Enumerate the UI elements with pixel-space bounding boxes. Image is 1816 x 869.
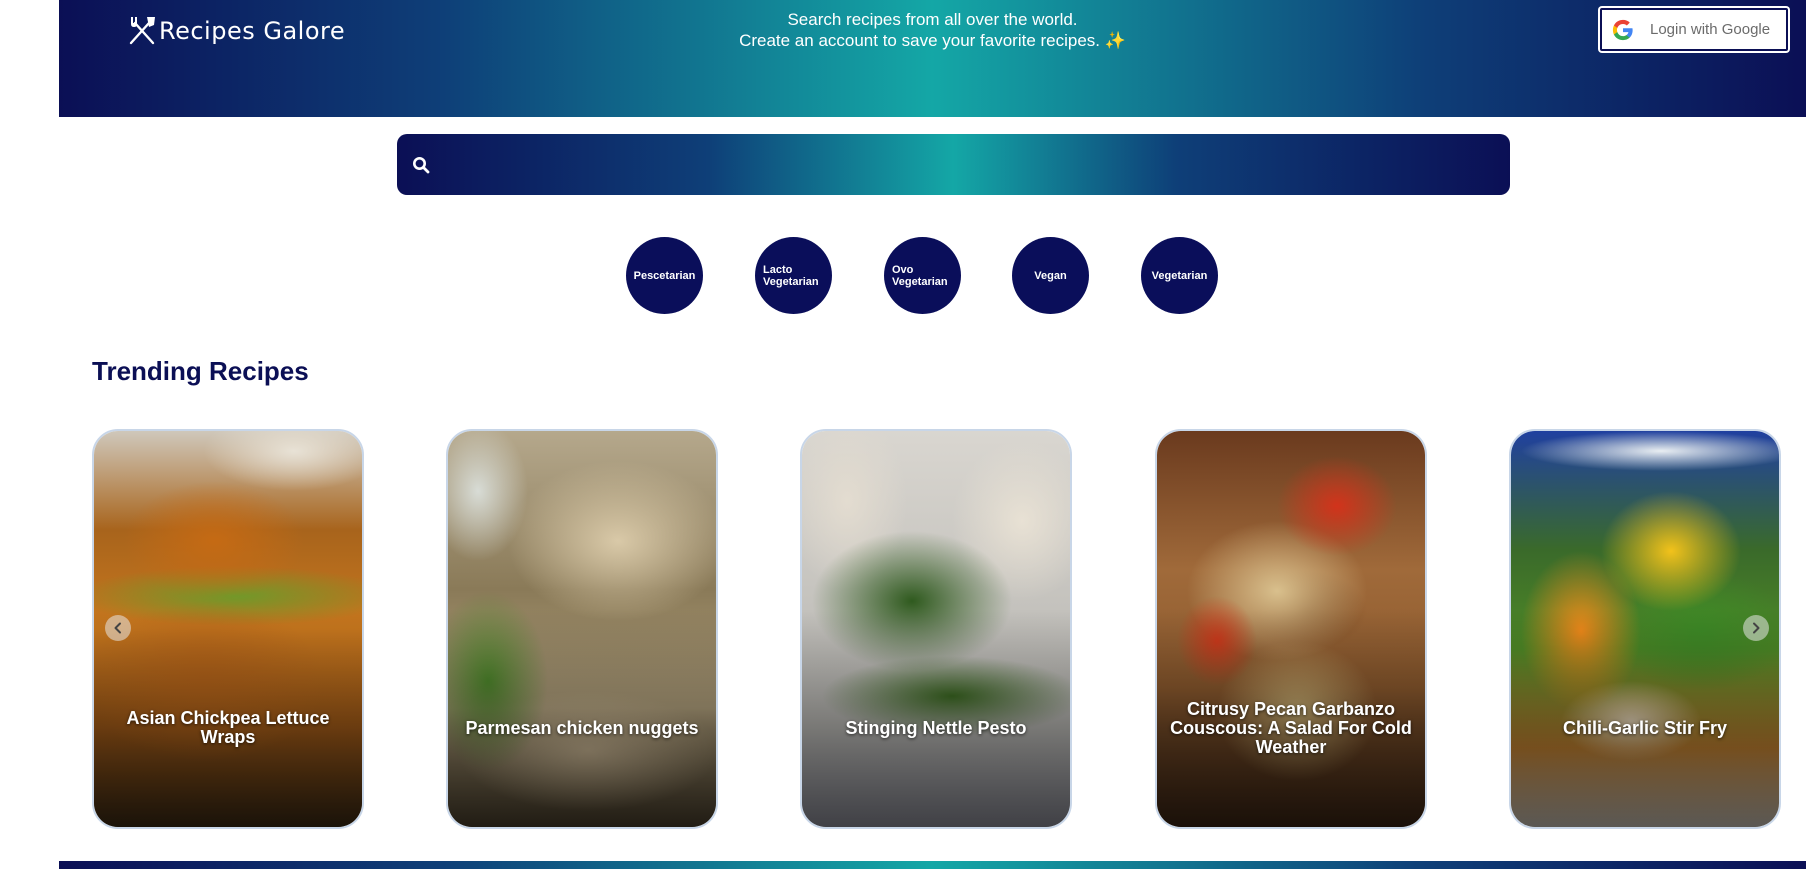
site-header: Recipes Galore Search recipes from all o… [59,0,1806,117]
recipe-card[interactable]: Chili-Garlic Stir Fry [1509,429,1781,829]
trending-recipes-heading: Trending Recipes [92,356,309,386]
recipe-title: Parmesan chicken nuggets [465,717,699,738]
login-label: Login with Google [1650,21,1771,38]
recipe-title: Asian Chickpea Lettuce Wraps [126,708,330,747]
site-footer [59,861,1806,869]
diet-filter-label: Vegetarian [1151,269,1208,282]
recipe-card[interactable]: Parmesan chicken nuggets [446,429,718,829]
diet-filter-label: Pescetarian [633,269,696,282]
google-icon [1612,19,1633,40]
diet-filter-label: Lacto Vegetarian [763,263,819,288]
recipe-title: Chili-Garlic Stir Fry [1562,717,1728,738]
diet-filter-ovo-vegetarian[interactable]: Ovo Vegetarian [884,237,961,314]
recipe-card[interactable]: Citrusy Pecan Garbanzo Couscous: A Salad… [1155,429,1427,829]
search-input[interactable] [442,133,1510,196]
diet-filter-label: Vegan [1034,269,1067,282]
tagline: Search recipes from all over the world. … [59,9,1806,51]
diet-filter-pescetarian[interactable]: Pescetarian [626,237,703,314]
recipe-card[interactable]: Asian Chickpea Lettuce Wraps [92,429,364,829]
recipe-title: Stinging Nettle Pesto [845,717,1027,738]
tagline-line-1: Search recipes from all over the world. [787,10,1078,29]
chevron-left-icon [114,622,121,634]
carousel-next-button[interactable] [1743,615,1769,641]
diet-filter-lacto-vegetarian[interactable]: Lacto Vegetarian [755,237,832,314]
recipe-title: Citrusy Pecan Garbanzo Couscous: A Salad… [1170,698,1412,757]
tagline-line-2: Create an account to save your favorite … [739,31,1126,50]
diet-filter-vegetarian[interactable]: Vegetarian [1141,237,1218,314]
search-icon[interactable] [412,156,430,174]
login-with-google-button[interactable]: Login with Google [1600,8,1788,51]
diet-filter-label: Ovo Vegetarian [892,263,948,288]
search-bar [397,133,1510,196]
recipe-card[interactable]: Stinging Nettle Pesto [800,429,1072,829]
chevron-right-icon [1753,622,1760,634]
carousel-prev-button[interactable] [105,615,131,641]
diet-filter-vegan[interactable]: Vegan [1012,237,1089,314]
